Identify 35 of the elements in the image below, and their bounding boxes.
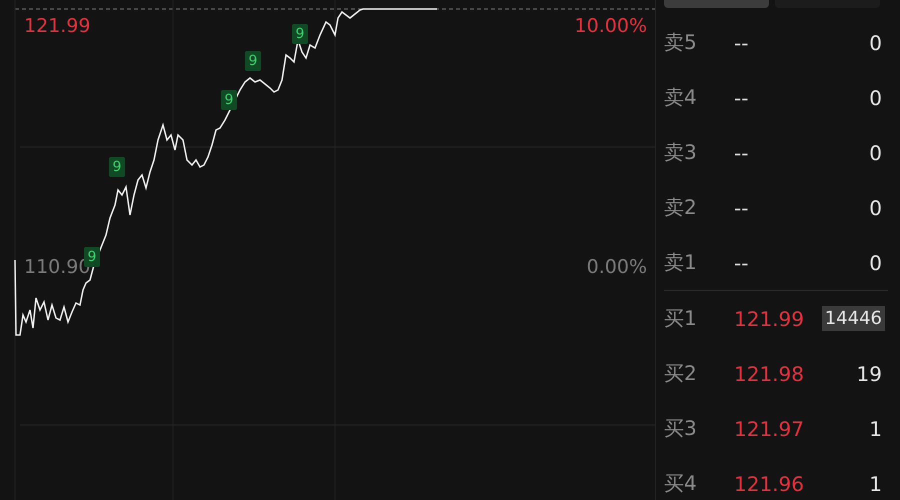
level-label: 买4 bbox=[664, 470, 698, 497]
level-label: 卖2 bbox=[664, 194, 698, 221]
volume-cell-text: 0 bbox=[868, 84, 883, 112]
signal-marker: 9 bbox=[292, 24, 308, 44]
price-cell-text: -- bbox=[734, 250, 750, 274]
price-cell-text: 121.97 bbox=[734, 416, 805, 440]
signal-marker: 9 bbox=[221, 90, 237, 110]
level-label: 买3 bbox=[664, 415, 698, 442]
volume-cell-text: 1 bbox=[868, 416, 883, 442]
level-label: 卖4 bbox=[664, 84, 698, 111]
level-label: 卖3 bbox=[664, 139, 698, 166]
signal-marker: 9 bbox=[84, 247, 100, 267]
price-cell-text: 121.96 bbox=[734, 472, 805, 496]
axis-label: 10.00% bbox=[574, 15, 647, 37]
axis-label: 0.00% bbox=[586, 256, 647, 278]
level-label: 买2 bbox=[664, 360, 698, 387]
volume-cell-text: 0 bbox=[868, 140, 883, 166]
axis-label: 121.99 bbox=[24, 15, 90, 37]
volume-cell-text: 0 bbox=[868, 30, 883, 56]
level-label: 卖1 bbox=[664, 249, 698, 276]
price-cell-text: 121.98 bbox=[734, 362, 805, 386]
price-cell-text: -- bbox=[734, 196, 750, 220]
signal-marker: 9 bbox=[109, 157, 125, 177]
volume-cell-text: 0 bbox=[868, 250, 883, 276]
signal-marker: 9 bbox=[245, 51, 261, 71]
volume-cell-text: 1 bbox=[868, 470, 883, 498]
price-cell-text: -- bbox=[734, 140, 750, 164]
volume-cell: 14446 bbox=[822, 306, 885, 331]
volume-cell-text: 19 bbox=[856, 360, 883, 388]
price-cell-text: -- bbox=[734, 30, 750, 54]
price-cell-text: 121.99 bbox=[734, 306, 805, 330]
level-label: 卖5 bbox=[664, 29, 698, 56]
price-cell-text: -- bbox=[734, 86, 750, 110]
volume-cell-text: 0 bbox=[868, 194, 883, 222]
level-label: 买1 bbox=[664, 305, 698, 332]
